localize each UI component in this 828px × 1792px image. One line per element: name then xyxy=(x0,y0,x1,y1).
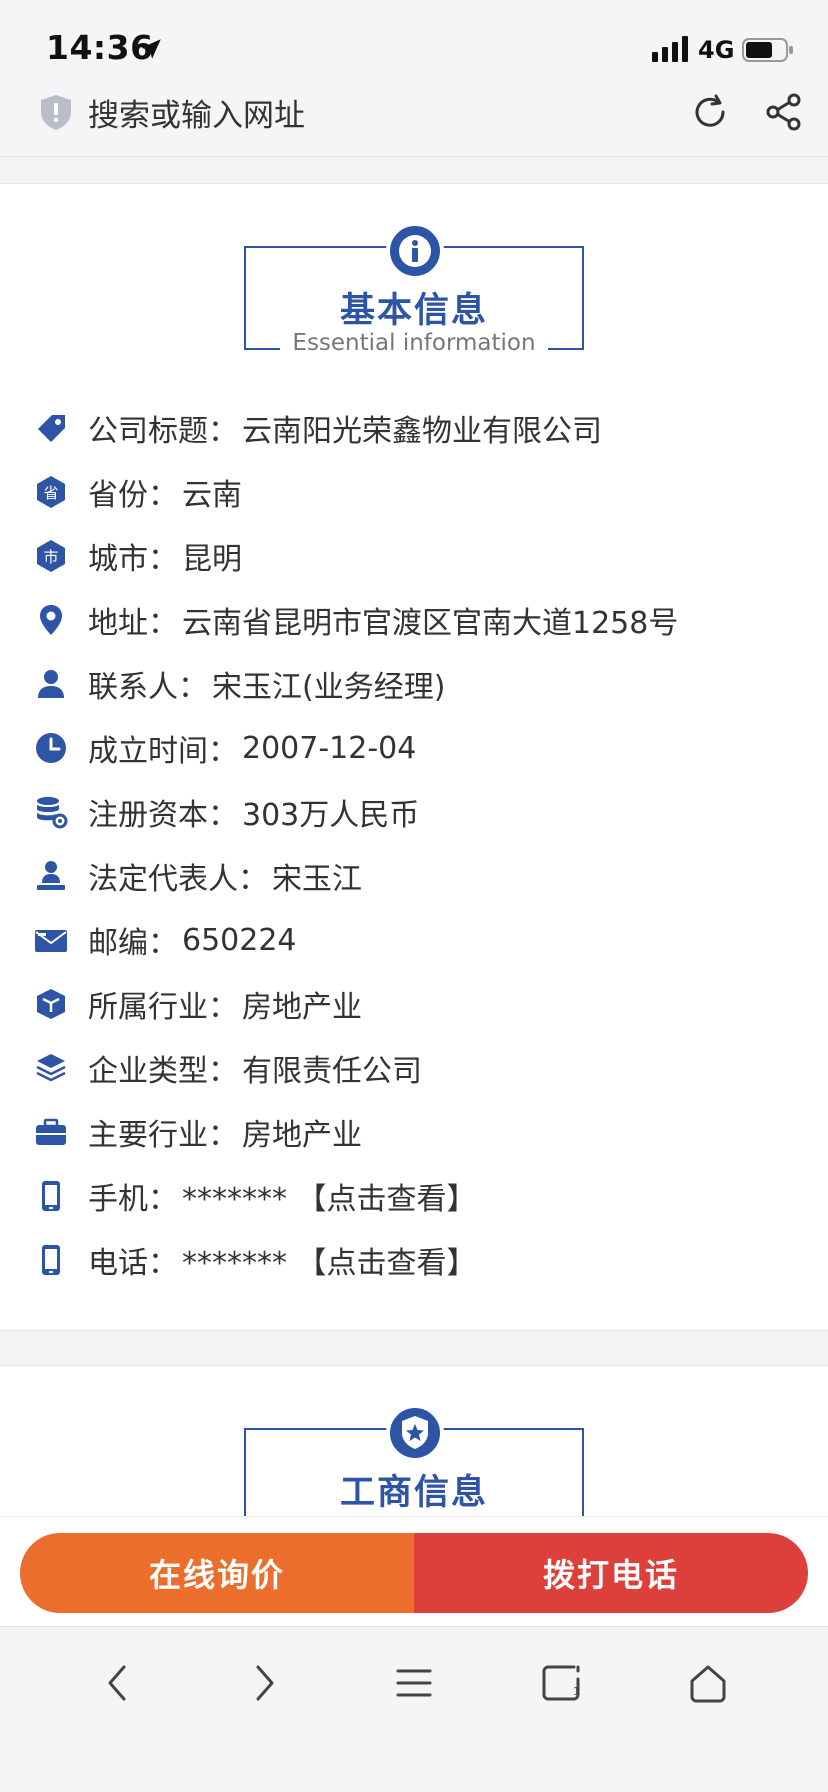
info-label: 主要行业： xyxy=(88,1118,238,1153)
info-row-capital: 注册资本： 303万人民币 xyxy=(34,787,419,837)
info-row-industry: 所属行业： 房地产业 xyxy=(34,979,362,1029)
info-value: 云南阳光荣鑫物业有限公司 xyxy=(242,414,602,449)
layers-icon xyxy=(34,1051,68,1085)
chevron-right-icon xyxy=(256,1665,274,1701)
reload-icon[interactable] xyxy=(690,92,730,132)
info-row-phone[interactable]: 电话： ******* 【点击查看】 xyxy=(34,1235,477,1285)
info-row-province: 省 省份： 云南 xyxy=(34,467,242,517)
info-row-postcode: 邮编： 650224 xyxy=(34,915,297,965)
info-label: 注册资本： xyxy=(88,798,238,833)
briefcase-icon xyxy=(34,1115,68,1149)
province-glyph: 省 xyxy=(43,484,58,502)
info-value: 650224 xyxy=(182,922,297,958)
location-pin-icon xyxy=(34,603,68,637)
menu-icon xyxy=(396,1669,432,1697)
representative-icon xyxy=(34,859,68,893)
browser-nav-bar: 1 xyxy=(0,1626,828,1792)
info-label: 成立时间： xyxy=(88,734,238,769)
info-value: 有限责任公司 xyxy=(242,1054,422,1089)
info-row-city: 市 城市： 昆明 xyxy=(34,531,242,581)
info-label: 地址： xyxy=(88,606,178,641)
info-row-company-type: 企业类型： 有限责任公司 xyxy=(34,1043,422,1093)
info-label: 法定代表人： xyxy=(88,862,268,897)
home-icon xyxy=(690,1665,726,1703)
home-button[interactable] xyxy=(678,1653,738,1713)
info-value: 云南省昆明市官渡区官南大道1258号 xyxy=(182,606,679,641)
info-row-legal-rep: 法定代表人： 宋玉江 xyxy=(34,851,362,901)
info-row-address: 地址： 云南省昆明市官渡区官南大道1258号 xyxy=(34,595,678,645)
section-title: 基本信息 xyxy=(339,291,488,331)
city-glyph: 市 xyxy=(43,548,58,566)
forward-button[interactable] xyxy=(234,1653,294,1713)
info-label: 电话： xyxy=(88,1246,178,1281)
action-bar: 在线询价 拨打电话 xyxy=(0,1516,828,1626)
tabs-button[interactable]: 1 xyxy=(532,1653,592,1713)
online-inquiry-button[interactable]: 在线询价 xyxy=(20,1533,414,1613)
phone-reveal-link[interactable]: ******* 【点击查看】 xyxy=(182,1238,477,1282)
mobile-reveal-link[interactable]: ******* 【点击查看】 xyxy=(182,1174,477,1218)
browser-header: 14:36 4G 搜索或输入网址 xyxy=(0,0,828,156)
url-input[interactable]: 搜索或输入网址 xyxy=(88,90,305,135)
envelope-icon xyxy=(34,923,68,957)
info-label: 城市： xyxy=(88,542,178,577)
info-icon xyxy=(386,222,444,280)
info-row-contact: 联系人： 宋玉江(业务经理) xyxy=(34,659,445,709)
person-icon xyxy=(34,667,68,701)
info-value: 宋玉江(业务经理) xyxy=(212,670,446,705)
menu-button[interactable] xyxy=(384,1653,444,1713)
info-label: 手机： xyxy=(88,1182,178,1217)
mobile-icon xyxy=(34,1179,68,1213)
tag-icon xyxy=(34,411,68,445)
cube-icon xyxy=(34,987,68,1021)
info-label: 企业类型： xyxy=(88,1054,238,1089)
info-row-company: 公司标题： 云南阳光荣鑫物业有限公司 xyxy=(34,403,602,453)
info-value: 2007-12-04 xyxy=(242,730,417,766)
info-row-founded: 成立时间： 2007-12-04 xyxy=(34,723,416,773)
section-subtitle: Essential information xyxy=(280,330,548,356)
location-arrow-icon xyxy=(141,39,161,59)
info-value: 房地产业 xyxy=(242,990,362,1025)
svg-text:1: 1 xyxy=(573,1685,580,1698)
share-icon[interactable] xyxy=(764,92,804,132)
section-title: 工商信息 xyxy=(339,1473,488,1513)
info-value: 303万人民币 xyxy=(242,798,420,833)
info-label: 公司标题： xyxy=(88,414,238,449)
chevron-left-icon xyxy=(108,1665,126,1701)
shield-icon xyxy=(41,95,71,130)
clock-icon xyxy=(34,731,68,765)
info-value: 宋玉江 xyxy=(272,862,362,897)
info-value: 云南 xyxy=(182,478,242,513)
info-row-main-industry: 主要行业： 房地产业 xyxy=(34,1107,362,1157)
info-label: 邮编： xyxy=(88,926,178,961)
city-icon: 市 xyxy=(34,539,68,573)
back-button[interactable] xyxy=(88,1653,148,1713)
info-label: 所属行业： xyxy=(88,990,238,1025)
database-gear-icon xyxy=(34,795,68,829)
info-label: 联系人： xyxy=(88,670,208,705)
signal-icon xyxy=(652,36,688,62)
badge-star-icon xyxy=(386,1404,444,1462)
section-separator xyxy=(0,1330,828,1366)
battery-icon xyxy=(742,38,793,62)
info-value: 昆明 xyxy=(182,542,242,577)
network-label: 4G xyxy=(698,36,735,64)
call-button[interactable]: 拨打电话 xyxy=(414,1533,808,1613)
info-value: 房地产业 xyxy=(242,1118,362,1153)
section-separator xyxy=(0,156,828,184)
info-label: 省份： xyxy=(88,478,178,513)
info-row-mobile[interactable]: 手机： ******* 【点击查看】 xyxy=(34,1171,477,1221)
phone-icon xyxy=(34,1243,68,1277)
tabs-icon: 1 xyxy=(542,1665,580,1701)
province-icon: 省 xyxy=(34,475,68,509)
